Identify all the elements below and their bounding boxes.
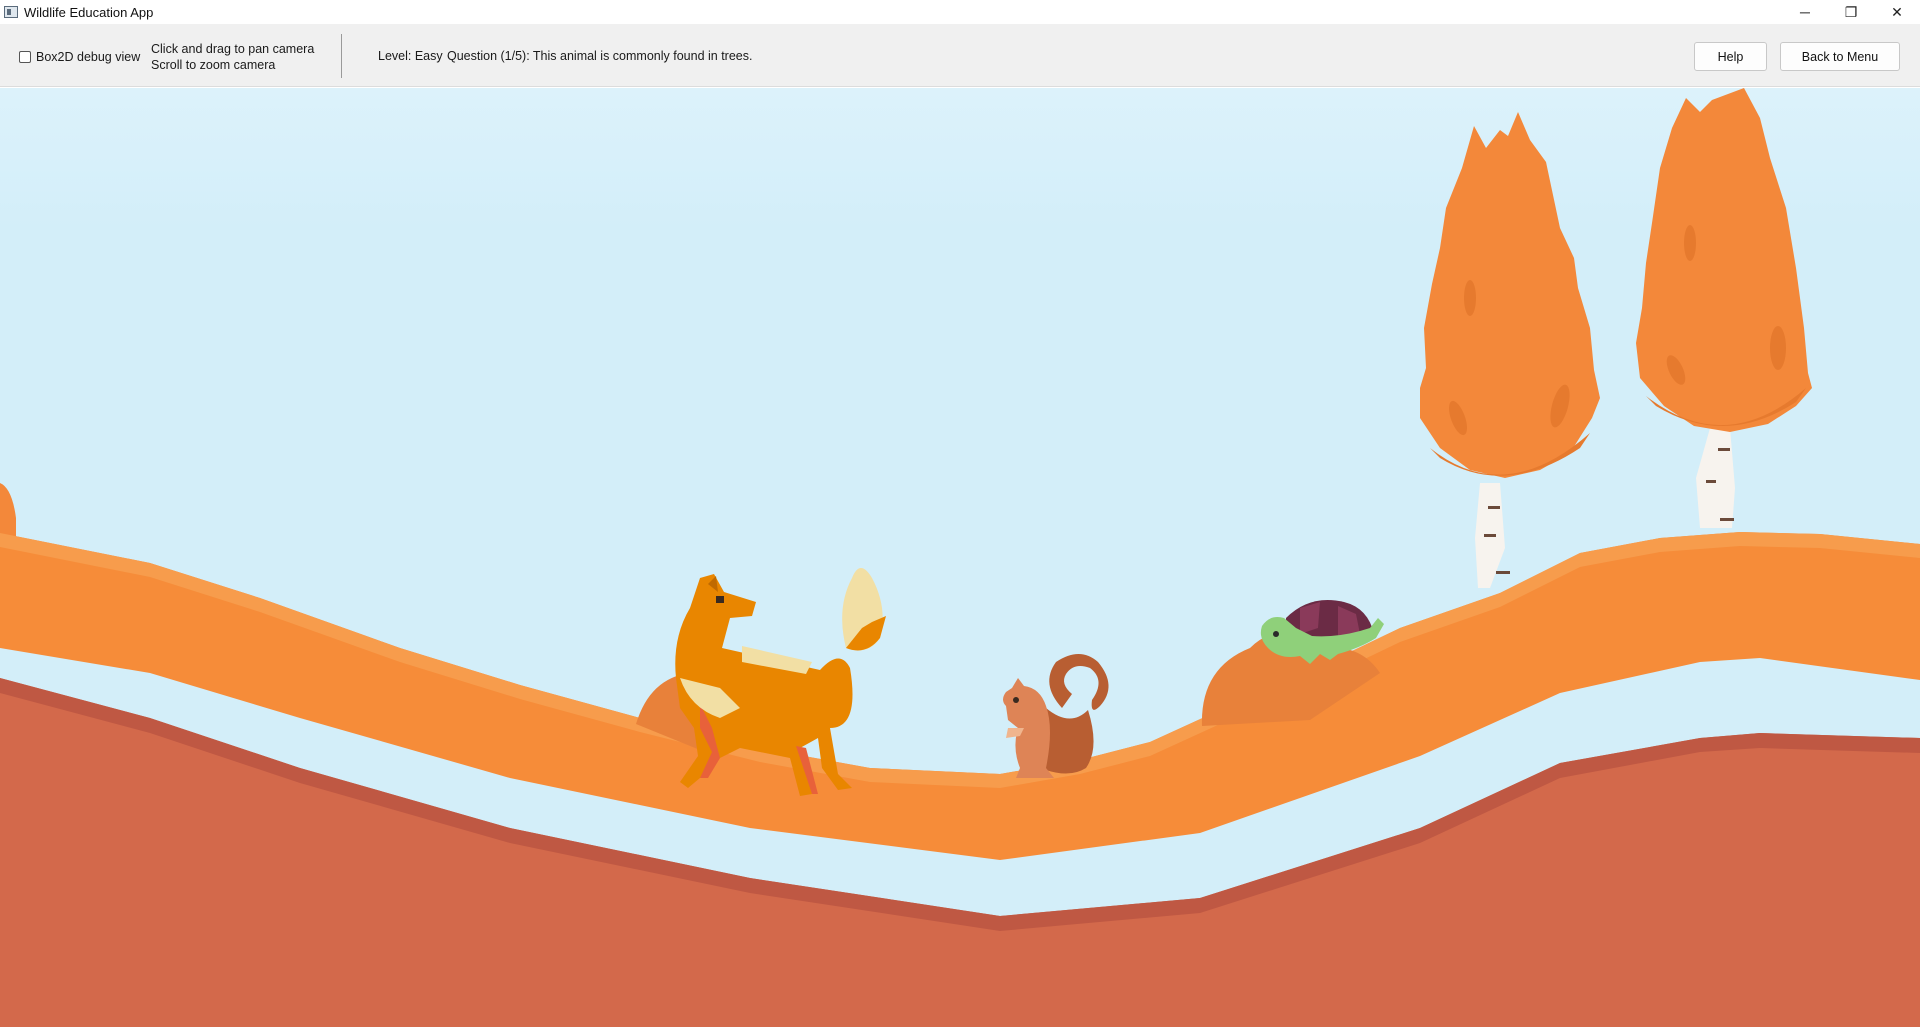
checkbox-box[interactable] (19, 51, 31, 63)
hint-zoom: Scroll to zoom camera (151, 58, 276, 72)
app-icon (4, 6, 18, 18)
toolbar-divider (341, 34, 342, 78)
window-controls: ─ ❐ ✕ (1782, 0, 1920, 24)
window-title: Wildlife Education App (24, 4, 154, 20)
back-to-menu-button[interactable]: Back to Menu (1780, 42, 1900, 71)
hint-pan: Click and drag to pan camera (151, 42, 315, 56)
camera-hints: Click and drag to pan camera Scroll to z… (151, 41, 314, 73)
restore-icon[interactable]: ❐ (1828, 0, 1874, 24)
close-icon[interactable]: ✕ (1874, 0, 1920, 24)
question-text: Question (1/5): This animal is commonly … (447, 49, 753, 63)
title-bar: Wildlife Education App ─ ❐ ✕ (0, 0, 1920, 24)
game-canvas[interactable] (0, 88, 1920, 1027)
debug-view-label: Box2D debug view (36, 50, 141, 64)
toolbar: Box2D debug view Click and drag to pan c… (0, 24, 1920, 87)
level-label: Level: Easy (378, 49, 443, 63)
debug-view-checkbox[interactable]: Box2D debug view (19, 50, 140, 64)
help-button[interactable]: Help (1694, 42, 1767, 71)
minimize-icon[interactable]: ─ (1782, 0, 1828, 24)
